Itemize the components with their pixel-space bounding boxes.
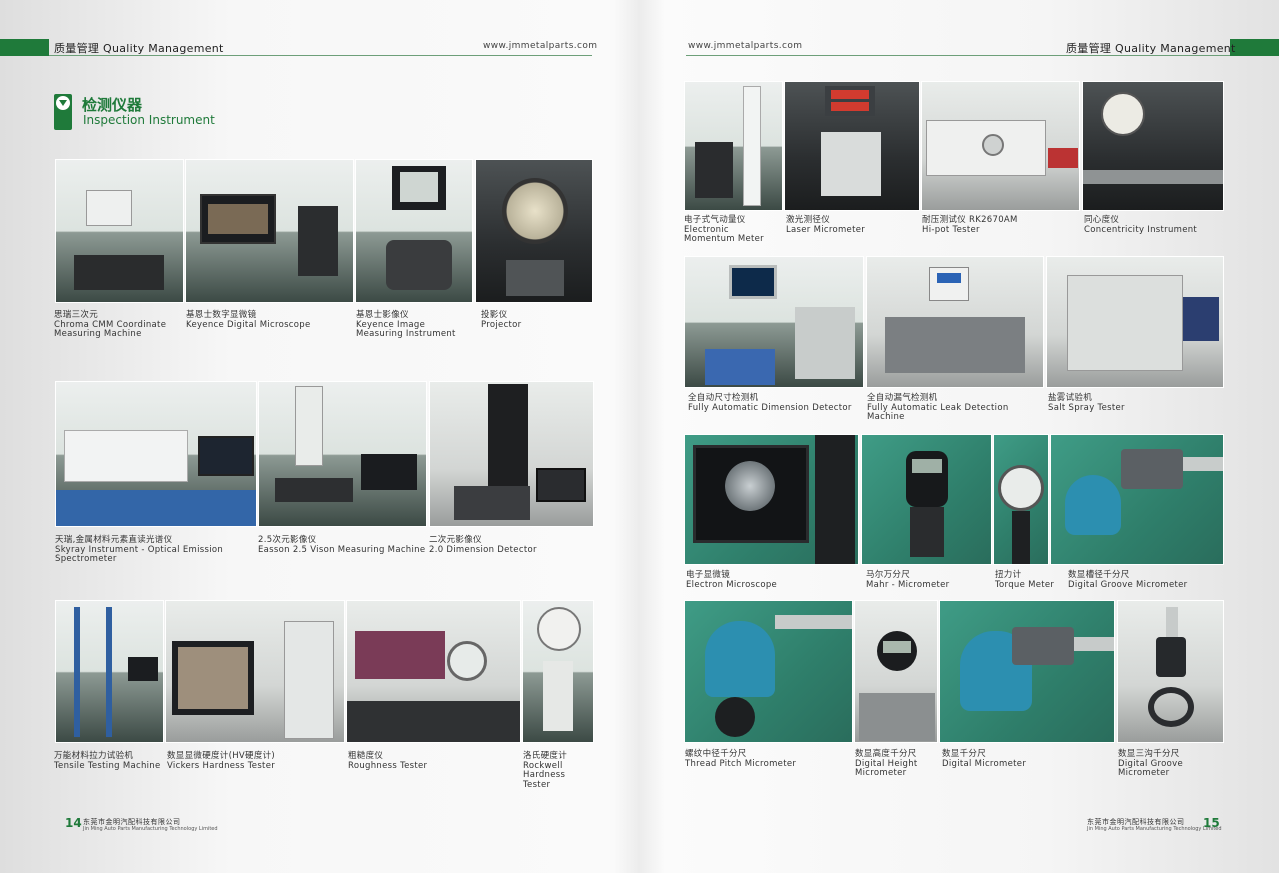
caption-spectrometer: 天瑞,金属材料元素直读光谱仪 Skyray Instrument - Optica… (55, 535, 224, 564)
photo-rockwell-hardness (522, 600, 594, 743)
caption-electron-microscope: 电子显微镜 Electron Microscope (686, 570, 778, 590)
right-footer-company-en: Jin Ming Auto Parts Manufacturing Techno… (1087, 826, 1222, 832)
photo-vickers-hardness (165, 600, 345, 743)
right-header-url[interactable]: www.jmmetalparts.com (688, 41, 802, 51)
caption-digital-groove-micrometer: 数显槽径千分尺 Digital Groove Micrometer (1068, 570, 1188, 590)
photo-salt-spray (1046, 256, 1224, 388)
caption-digital-height-micrometer: 数显高度千分尺 Digital Height Micrometer (855, 749, 918, 778)
photo-roughness-tester (346, 600, 521, 743)
photo-electronic-momentum-meter (684, 81, 783, 211)
photo-digital-three-groove-micrometer (1117, 600, 1224, 743)
photo-concentricity (1082, 81, 1224, 211)
section-title-en: Inspection Instrument (83, 113, 215, 127)
left-header-title: 质量管理 Quality Management (54, 42, 224, 55)
caption-laser-micrometer: 激光测径仪 Laser Micrometer (786, 215, 866, 235)
photo-laser-micrometer (784, 81, 920, 211)
caption-digital-micrometer: 数显千分尺 Digital Micrometer (942, 749, 1027, 769)
caption-keyence-digital-microscope: 基恩士数字显微镜 Keyence Digital Microscope (186, 310, 311, 330)
photo-keyence-digital-microscope (185, 159, 354, 303)
left-header-tab (0, 39, 49, 56)
right-header-tab (1230, 39, 1279, 56)
right-header-title: 质量管理 Quality Management (1066, 42, 1236, 55)
caption-thread-pitch-micrometer: 螺纹中径千分尺 Thread Pitch Micrometer (685, 749, 797, 769)
photo-auto-dimension-detector (684, 256, 864, 388)
photo-digital-micrometer (939, 600, 1115, 743)
caption-roughness-tester: 粗糙度仪 Roughness Tester (348, 751, 428, 771)
photo-digital-groove-micrometer (1050, 434, 1224, 565)
photo-thread-pitch-micrometer (684, 600, 853, 743)
caption-vickers-hardness: 数显显微硬度计(HV硬度计) Vickers Hardness Tester (167, 751, 276, 771)
photo-projector (475, 159, 593, 303)
caption-hipot-tester: 耐压测试仪 RK2670AM Hi-pot Tester (922, 215, 1018, 235)
caption-2-5d-vision: 2.5次元影像仪 Easson 2.5 Vison Measuring Machi… (258, 535, 426, 555)
caption-concentricity: 同心度仪 Concentricity Instrument (1084, 215, 1198, 235)
photo-digital-height-micrometer (854, 600, 938, 743)
caption-cmm: 思瑞三次元 Chroma CMM Coordinate Measuring Mac… (54, 310, 167, 339)
right-page-number: 15 (1203, 816, 1220, 830)
caption-mahr-micrometer: 马尔万分尺 Mahr - Micrometer (866, 570, 950, 590)
photo-keyence-image-measuring (355, 159, 473, 303)
caption-torque-meter: 扭力计 Torque Meter (995, 570, 1055, 590)
photo-2d-detector (429, 381, 594, 527)
photo-mahr-micrometer (861, 434, 992, 565)
caption-tensile-tester: 万能材料拉力试验机 Tensile Testing Machine (54, 751, 161, 771)
left-page-number: 14 (65, 816, 82, 830)
photo-spectrometer (55, 381, 257, 527)
photo-hipot-tester (921, 81, 1080, 211)
photo-torque-meter (993, 434, 1049, 565)
caption-rockwell-hardness: 洛氏硬度计 Rockwell Hardness Tester (523, 751, 568, 790)
photo-electron-microscope (684, 434, 859, 565)
caption-auto-dimension-detector: 全自动尺寸检测机 Fully Automatic Dimension Detect… (688, 393, 852, 413)
photo-cmm (55, 159, 184, 303)
photo-2-5d-vision (258, 381, 427, 527)
caption-projector: 投影仪 Projector (481, 310, 522, 330)
left-header-url[interactable]: www.jmmetalparts.com (483, 41, 597, 51)
caption-2d-detector: 二次元影像仪 2.0 Dimension Detector (429, 535, 537, 555)
caption-auto-leak-detection: 全自动漏气检测机 Fully Automatic Leak Detection M… (867, 393, 1009, 422)
photo-auto-leak-detection (866, 256, 1044, 388)
caption-digital-three-groove-micrometer: 数显三沟千分尺 Digital Groove Micrometer (1118, 749, 1184, 778)
caption-keyence-image-measuring: 基恩士影像仪 Keyence Image Measuring Instrument (356, 310, 456, 339)
caption-salt-spray: 盐雾试验机 Salt Spray Tester (1048, 393, 1125, 413)
section-icon (54, 94, 72, 130)
left-footer-company-en: Jin Ming Auto Parts Manufacturing Techno… (83, 826, 218, 832)
section-title-cn: 检测仪器 (82, 96, 143, 114)
caption-electronic-momentum-meter: 电子式气动量仪 Electronic Momentum Meter (684, 215, 764, 244)
photo-tensile-tester (55, 600, 164, 743)
